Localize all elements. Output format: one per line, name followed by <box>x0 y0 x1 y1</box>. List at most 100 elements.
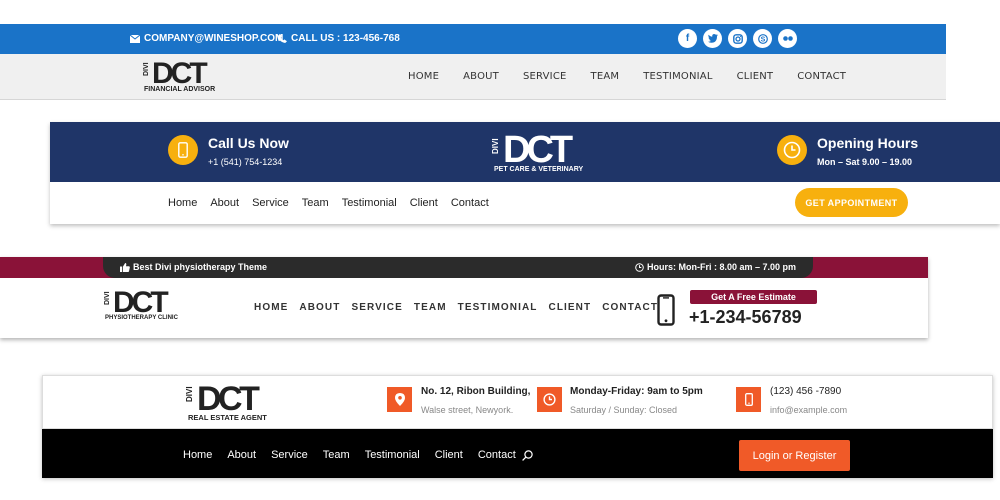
thumbs-up-icon <box>120 262 130 272</box>
nav-service[interactable]: SERVICE <box>351 302 402 313</box>
logo[interactable]: DIVI DCT PHYSIOTHERAPY CLINIC <box>103 287 193 327</box>
nav-team[interactable]: TEAM <box>591 71 620 82</box>
svg-text:DCT: DCT <box>113 287 168 315</box>
nav-service[interactable]: Service <box>271 449 308 461</box>
main-nav: HOME ABOUT SERVICE TEAM TESTIMONIAL CLIE… <box>254 302 669 313</box>
svg-text:DCT: DCT <box>503 130 573 166</box>
main-nav-bar: Home About Service Team Testimonial Clie… <box>42 429 993 478</box>
nav-testimonial[interactable]: Testimonial <box>365 449 420 461</box>
nav-client[interactable]: CLIENT <box>737 71 774 82</box>
nav-testimonial[interactable]: TESTIMONIAL <box>643 71 712 82</box>
logo[interactable]: DIVI DCT FINANCIAL ADVISOR <box>142 58 232 98</box>
tagline-text: Best Divi physiotherapy Theme <box>133 262 268 272</box>
nav-contact[interactable]: CONTACT <box>602 302 658 313</box>
hours-text: Hours: Mon-Fri : 8.00 am – 7.00 pm <box>647 262 797 272</box>
nav-team[interactable]: Team <box>302 197 329 209</box>
svg-text:S: S <box>760 36 765 43</box>
nav-home[interactable]: HOME <box>408 71 439 82</box>
twitter-icon[interactable] <box>703 29 722 48</box>
main-nav: HOME ABOUT SERVICE TEAM TESTIMONIAL CLIE… <box>408 71 870 82</box>
nav-client[interactable]: Client <box>435 449 463 461</box>
facebook-icon[interactable]: f <box>678 29 697 48</box>
envelope-icon <box>130 34 140 43</box>
hours-value: Mon – Sat 9.00 – 19.00 <box>817 157 913 167</box>
logo-subtitle: REAL ESTATE AGENT <box>188 413 267 422</box>
clock-icon <box>543 393 556 406</box>
main-nav-bar: Home About Service Team Testimonial Clie… <box>50 182 1000 224</box>
header-pet-care: Call Us Now +1 (541) 754-1234 DIVI DCT P… <box>50 122 1000 224</box>
logo-subtitle: PHYSIOTHERAPY CLINIC <box>105 315 178 321</box>
get-appointment-button[interactable]: GET APPOINTMENT <box>795 188 908 217</box>
svg-text:DCT: DCT <box>197 381 260 413</box>
mobile-phone-icon <box>657 294 675 326</box>
call-number[interactable]: +1 (541) 754-1234 <box>208 157 282 167</box>
phone-number[interactable]: +1-234-56789 <box>689 307 802 328</box>
nav-contact[interactable]: CONTACT <box>797 71 846 82</box>
flickr-icon[interactable] <box>778 29 797 48</box>
phone-badge <box>168 135 198 165</box>
nav-contact[interactable]: Contact <box>451 197 489 209</box>
logo[interactable]: DIVI DCT REAL ESTATE AGENT <box>185 381 285 427</box>
nav-about[interactable]: About <box>227 449 256 461</box>
nav-about[interactable]: ABOUT <box>299 302 340 313</box>
nav-service[interactable]: Service <box>252 197 289 209</box>
top-bar: Best Divi physiotherapy Theme Hours: Mon… <box>0 257 928 278</box>
nav-contact[interactable]: Contact <box>478 449 516 461</box>
location-badge <box>387 387 412 412</box>
nav-home[interactable]: Home <box>168 197 197 209</box>
svg-text:DIVI: DIVI <box>491 138 500 154</box>
nav-about[interactable]: About <box>210 197 239 209</box>
free-estimate-badge[interactable]: Get A Free Estimate <box>690 290 817 304</box>
instagram-icon[interactable] <box>728 29 747 48</box>
search-icon[interactable] <box>521 449 533 461</box>
login-register-button[interactable]: Login or Register <box>739 440 850 471</box>
hours-title: Opening Hours <box>817 135 919 151</box>
mobile-phone-icon <box>178 142 188 158</box>
phone-text: CALL US : 123-456-768 <box>291 33 400 44</box>
header-real-estate: DIVI DCT REAL ESTATE AGENT No. 12, Ribon… <box>42 375 993 478</box>
main-nav-bar: DIVI DCT PHYSIOTHERAPY CLINIC HOME ABOUT… <box>0 278 928 338</box>
skype-icon[interactable]: S <box>753 29 772 48</box>
tagline: Best Divi physiotherapy Theme <box>120 262 267 272</box>
nav-client[interactable]: Client <box>410 197 438 209</box>
main-nav: Home About Service Team Testimonial Clie… <box>183 449 533 461</box>
hours-info: Hours: Mon-Fri : 8.00 am – 7.00 pm <box>635 262 796 272</box>
svg-text:DIVI: DIVI <box>143 62 150 76</box>
top-bar: DIVI DCT REAL ESTATE AGENT No. 12, Ribon… <box>42 375 993 429</box>
address-line-1: No. 12, Ribon Building, <box>421 386 531 397</box>
logo[interactable]: DIVI DCT PET CARE & VETERINARY <box>490 130 600 176</box>
main-nav-bar: DIVI DCT FINANCIAL ADVISOR HOME ABOUT SE… <box>0 54 946 100</box>
svg-text:DIVI: DIVI <box>185 386 194 402</box>
phone-contact[interactable]: CALL US : 123-456-768 <box>278 33 400 44</box>
phone-number[interactable]: (123) 456 -7890 <box>770 386 841 397</box>
hours-line-2: Saturday / Sunday: Closed <box>570 405 678 415</box>
clock-icon <box>783 141 801 159</box>
info-strip: Best Divi physiotherapy Theme Hours: Mon… <box>103 257 813 278</box>
svg-text:DCT: DCT <box>152 58 207 86</box>
header-physiotherapy: Best Divi physiotherapy Theme Hours: Mon… <box>0 257 928 338</box>
nav-service[interactable]: SERVICE <box>523 71 567 82</box>
nav-team[interactable]: TEAM <box>414 302 447 313</box>
email-contact[interactable]: COMPANY@WINESHOP.COM <box>130 33 283 44</box>
email-text: COMPANY@WINESHOP.COM <box>144 33 284 44</box>
header-financial-advisor: COMPANY@WINESHOP.COM CALL US : 123-456-7… <box>0 24 946 100</box>
nav-team[interactable]: Team <box>323 449 350 461</box>
nav-about[interactable]: ABOUT <box>463 71 499 82</box>
logo-subtitle: PET CARE & VETERINARY <box>494 166 584 173</box>
nav-home[interactable]: Home <box>183 449 212 461</box>
nav-testimonial[interactable]: Testimonial <box>342 197 397 209</box>
top-bar: Call Us Now +1 (541) 754-1234 DIVI DCT P… <box>50 122 1000 182</box>
hours-line-1: Monday-Friday: 9am to 5pm <box>570 386 703 397</box>
phone-icon <box>278 34 287 43</box>
svg-text:DIVI: DIVI <box>104 291 111 305</box>
social-links: f S <box>678 29 797 48</box>
nav-client[interactable]: CLIENT <box>549 302 592 313</box>
mobile-phone-icon <box>744 393 753 406</box>
clock-badge <box>777 135 807 165</box>
clock-icon <box>635 262 644 272</box>
nav-home[interactable]: HOME <box>254 302 288 313</box>
map-pin-icon <box>394 393 405 406</box>
phone-badge <box>736 387 761 412</box>
nav-testimonial[interactable]: TESTIMONIAL <box>458 302 538 313</box>
email-address[interactable]: info@example.com <box>770 405 847 415</box>
